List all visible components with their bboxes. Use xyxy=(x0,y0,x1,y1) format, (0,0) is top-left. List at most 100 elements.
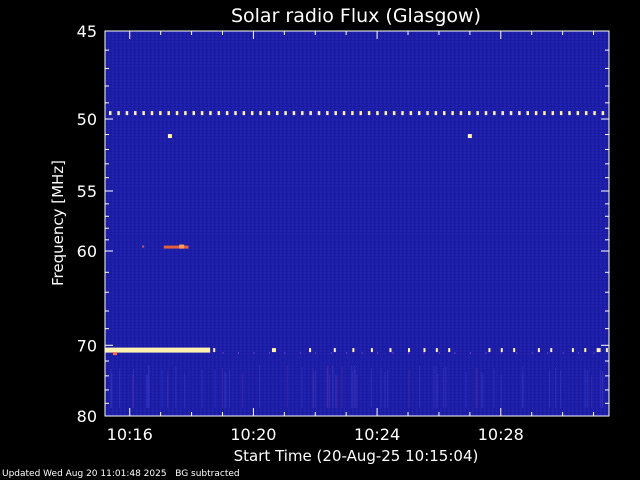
noise-streak xyxy=(370,368,372,408)
noise-streak xyxy=(119,368,121,408)
noise-streak xyxy=(493,368,495,408)
intermittent-trace xyxy=(299,352,301,355)
intermittent-dot xyxy=(370,348,373,353)
interference-dot xyxy=(417,111,421,116)
y-tick-label: 60 xyxy=(77,242,97,261)
noise-streak xyxy=(167,374,169,408)
noise-streak xyxy=(442,367,444,408)
interference-dot xyxy=(367,111,371,116)
intermittent-dot xyxy=(513,348,516,353)
interference-dot xyxy=(326,111,329,116)
interference-dot xyxy=(134,111,137,116)
spectrogram-tint xyxy=(105,31,609,416)
noise-streak xyxy=(301,366,303,408)
interference-dot xyxy=(342,111,346,116)
noise-streak xyxy=(433,366,435,408)
intermittent-dot xyxy=(333,348,336,353)
interference-dot xyxy=(192,111,195,116)
interference-dot xyxy=(242,111,246,116)
interference-dot xyxy=(392,111,396,116)
noise-streak xyxy=(214,369,216,408)
intermittent-trace xyxy=(500,352,502,355)
intermittent-dot xyxy=(571,348,574,353)
noise-streak xyxy=(437,374,439,408)
noise-streak xyxy=(560,370,562,408)
y-tick-label: 80 xyxy=(77,407,97,426)
intermittent-dot xyxy=(408,348,411,353)
y-axis-label: Frequency [MHz] xyxy=(49,160,67,286)
interference-dot xyxy=(184,111,187,116)
interference-dot xyxy=(401,111,404,116)
noise-streak xyxy=(228,369,230,408)
strong-emission xyxy=(105,347,211,353)
noise-streak xyxy=(336,375,338,408)
interference-dot xyxy=(551,111,555,116)
intermittent-dot xyxy=(500,348,503,353)
interference-dot xyxy=(493,111,496,116)
noise-streak xyxy=(476,368,478,408)
interference-dot xyxy=(334,111,337,116)
updated-timestamp: Updated Wed Aug 20 11:01:48 2025 xyxy=(2,469,167,479)
intermittent-dot xyxy=(550,348,553,353)
intermittent-trace xyxy=(469,352,471,355)
noise-streak xyxy=(161,370,163,408)
interference-dot xyxy=(384,111,388,116)
noise-streak xyxy=(500,374,502,408)
interference-dot xyxy=(601,111,605,116)
intermittent-trace xyxy=(438,352,440,355)
interference-dot xyxy=(501,111,504,116)
interference-dot xyxy=(584,111,588,116)
noise-streak xyxy=(522,374,524,408)
interference-dot xyxy=(509,111,513,116)
spectrogram-chart: Solar radio Flux (Glasgow) 455055607080 … xyxy=(49,5,610,465)
noise-streak xyxy=(465,371,467,408)
burst-dot xyxy=(167,134,172,139)
intermittent-dot xyxy=(309,348,312,353)
interference-dot xyxy=(259,111,262,116)
intermittent-trace xyxy=(361,352,363,355)
intermittent-dot xyxy=(605,348,608,353)
intermittent-trace xyxy=(222,352,224,355)
noise-streak xyxy=(175,366,177,408)
intermittent-trace xyxy=(578,352,580,355)
intermittent-dot xyxy=(488,348,491,353)
intermittent-trace xyxy=(377,352,379,355)
intermittent-trace xyxy=(531,352,533,355)
noise-streak xyxy=(380,368,382,408)
noise-streak xyxy=(259,365,261,408)
interference-dot xyxy=(142,111,145,116)
noise-streak xyxy=(111,373,113,408)
noise-streak xyxy=(549,370,551,408)
interference-dot xyxy=(167,111,170,116)
noise-streak xyxy=(225,373,227,408)
noise-streak xyxy=(351,365,353,408)
interference-dot xyxy=(434,111,438,116)
x-tick-label: 10:24 xyxy=(354,425,400,444)
interference-dot xyxy=(117,111,120,116)
bg-subtracted-note: BG subtracted xyxy=(175,469,240,479)
noise-streak xyxy=(313,372,315,408)
interference-dot xyxy=(468,111,471,116)
interference-dot xyxy=(225,111,229,116)
intermittent-dot xyxy=(435,348,438,353)
noise-streak xyxy=(435,365,437,408)
interference-dot xyxy=(250,111,254,116)
interference-dot xyxy=(284,111,287,116)
interference-dot xyxy=(159,111,162,116)
noise-streak xyxy=(482,373,484,408)
interference-dot xyxy=(543,111,546,116)
intermittent-trace xyxy=(237,352,239,355)
y-tick-label: 70 xyxy=(77,336,97,355)
burst-dot xyxy=(467,134,472,139)
footer: Updated Wed Aug 20 11:01:48 2025 BG subt… xyxy=(2,469,240,479)
intermittent-dot xyxy=(596,348,601,353)
x-axis-label: Start Time (20-Aug-25 10:15:04) xyxy=(234,447,479,465)
intermittent-dot xyxy=(213,348,216,353)
noise-streak xyxy=(586,370,588,408)
intermittent-trace xyxy=(346,352,348,355)
interference-dot xyxy=(267,111,271,116)
intermittent-trace xyxy=(268,352,270,355)
noise-streak xyxy=(384,372,386,408)
x-tick-label: 10:20 xyxy=(230,425,276,444)
noise-streak xyxy=(148,365,150,408)
